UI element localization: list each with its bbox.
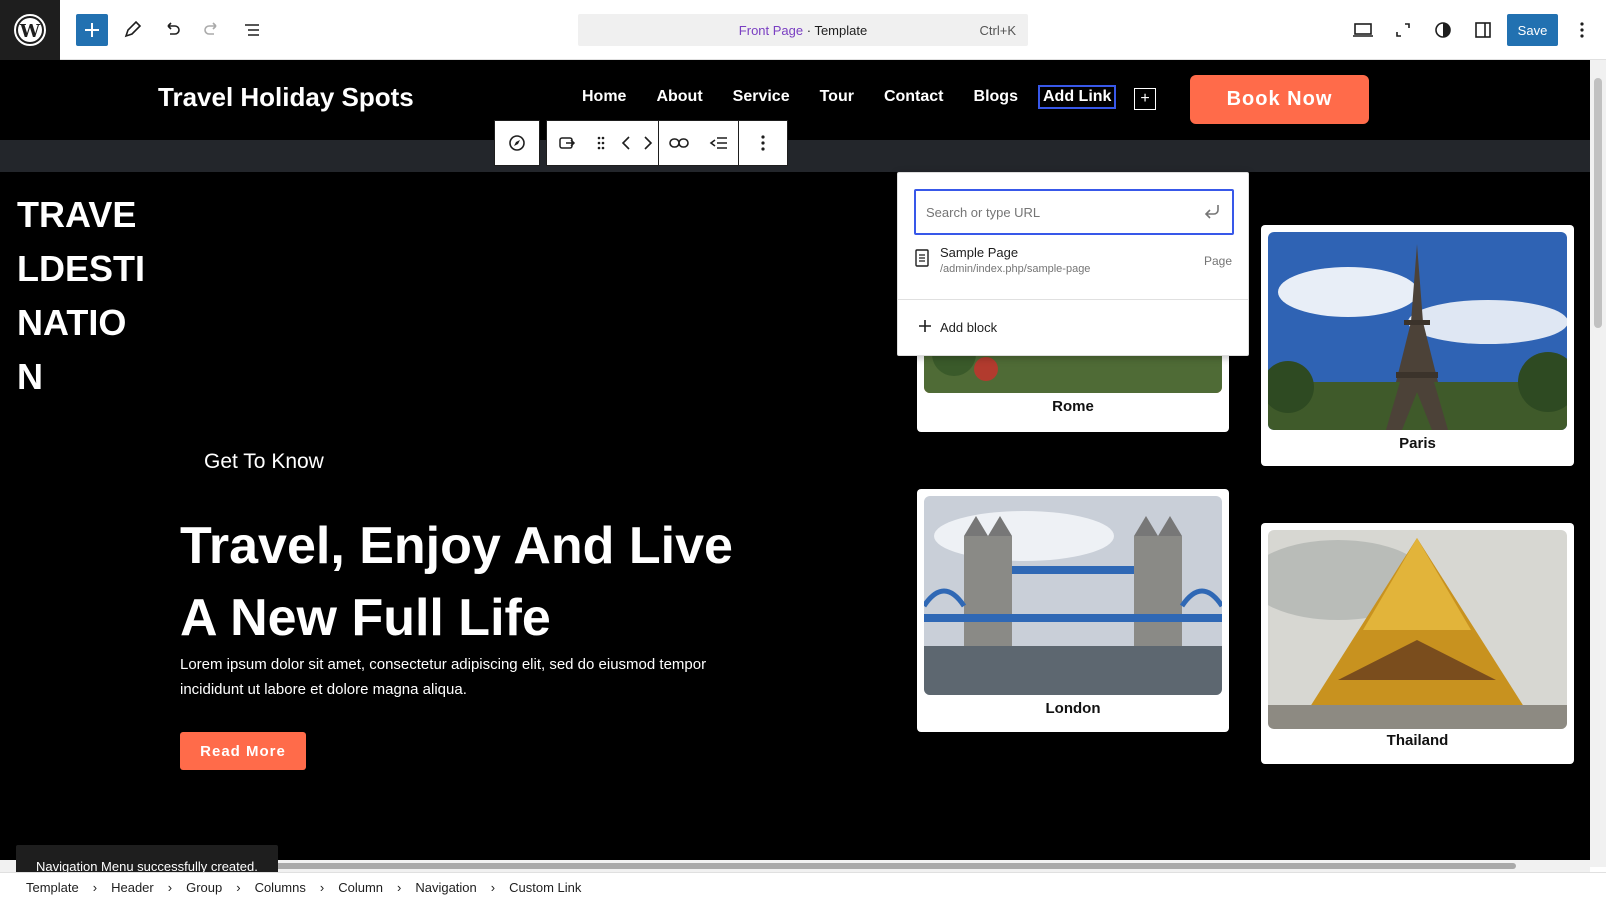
breadcrumb-template[interactable]: Template bbox=[26, 880, 79, 895]
link-icon[interactable] bbox=[659, 120, 699, 166]
nav-item-blogs[interactable]: Blogs bbox=[974, 88, 1018, 106]
command-page-title: Front Page bbox=[738, 22, 804, 38]
suggestion-url: /admin/index.php/sample-page bbox=[940, 263, 1091, 275]
nav-item-about[interactable]: About bbox=[656, 88, 702, 106]
styles-contrast-icon[interactable] bbox=[1427, 14, 1459, 46]
editor-canvas[interactable]: Travel Holiday Spots Home About Service … bbox=[0, 60, 1590, 867]
paris-image bbox=[1268, 232, 1567, 430]
undo-icon[interactable] bbox=[156, 14, 188, 46]
block-parent-group bbox=[494, 120, 540, 166]
nav-item-contact[interactable]: Contact bbox=[884, 88, 944, 106]
chevron-right-icon: › bbox=[397, 880, 402, 895]
chevron-right-icon: › bbox=[236, 880, 241, 895]
read-more-button[interactable]: Read More bbox=[180, 732, 306, 770]
chevron-right-icon: › bbox=[167, 880, 173, 895]
london-image bbox=[924, 496, 1222, 695]
block-inserter-button[interactable] bbox=[76, 14, 108, 46]
chevron-right-icon: › bbox=[490, 880, 496, 895]
hero-body[interactable]: Lorem ipsum dolor sit amet, consectetur … bbox=[180, 652, 760, 702]
card-caption-rome: Rome bbox=[1052, 398, 1094, 415]
add-block-label: Add block bbox=[940, 320, 998, 335]
block-toolbar bbox=[494, 120, 788, 166]
hero-vertical-title[interactable]: TRAVELDESTINATION bbox=[17, 188, 147, 404]
command-center[interactable]: Front Page · Template Ctrl+K bbox=[578, 14, 1028, 46]
suggestion-title: Sample Page bbox=[940, 245, 1019, 260]
submit-enter-icon[interactable] bbox=[1202, 203, 1222, 224]
command-separator: · bbox=[803, 22, 815, 38]
nav-item-home[interactable]: Home bbox=[582, 88, 626, 106]
card-caption-london: London bbox=[1045, 700, 1101, 717]
thailand-image bbox=[1268, 530, 1567, 729]
card-caption-paris: Paris bbox=[1399, 435, 1436, 452]
popover-divider bbox=[898, 299, 1248, 300]
header-strip bbox=[0, 140, 1590, 172]
command-shortcut: Ctrl+K bbox=[979, 22, 1016, 38]
pencil-tools-icon[interactable] bbox=[116, 14, 148, 46]
hero-eyebrow[interactable]: Get To Know bbox=[204, 450, 324, 474]
chevron-right-icon: › bbox=[319, 880, 325, 895]
nav-add-item-button[interactable]: + bbox=[1134, 88, 1156, 110]
options-more-icon[interactable] bbox=[1566, 14, 1598, 46]
desktop-preview-icon[interactable] bbox=[1347, 14, 1379, 46]
hero-headline[interactable]: Travel, Enjoy And Live A New Full Life bbox=[180, 510, 780, 654]
link-suggestion-item[interactable]: Sample Page /admin/index.php/sample-page… bbox=[914, 245, 1234, 285]
editor-topbar: W Front Page · Template Ctrl+K Save bbox=[0, 0, 1606, 60]
nav-item-tour[interactable]: Tour bbox=[820, 88, 854, 106]
settings-sidebar-icon[interactable] bbox=[1467, 14, 1499, 46]
nav-item-add-link[interactable]: Add Link bbox=[1038, 85, 1117, 109]
destination-card-paris[interactable]: Paris bbox=[1261, 225, 1574, 466]
breadcrumb-header[interactable]: Header bbox=[111, 880, 154, 895]
add-submenu-icon[interactable] bbox=[699, 120, 739, 166]
plus-icon bbox=[918, 319, 932, 336]
block-breadcrumb: Template › Header › Group › Columns › Column… bbox=[0, 872, 1606, 902]
book-now-button[interactable]: Book Now bbox=[1190, 75, 1369, 124]
command-type: Template bbox=[814, 22, 868, 38]
breadcrumb-columns[interactable]: Columns bbox=[255, 880, 306, 895]
compass-navigation-icon[interactable] bbox=[495, 120, 539, 166]
vertical-scroll-thumb[interactable] bbox=[1594, 78, 1602, 328]
breadcrumb-navigation[interactable]: Navigation bbox=[415, 880, 476, 895]
drag-handle-icon[interactable] bbox=[587, 120, 615, 166]
url-search-placeholder: Search or type URL bbox=[926, 204, 1041, 220]
fullscreen-icon[interactable] bbox=[1387, 14, 1419, 46]
vertical-scrollbar[interactable] bbox=[1590, 60, 1606, 867]
document-overview-icon[interactable] bbox=[236, 14, 268, 46]
breadcrumb-column[interactable]: Column bbox=[338, 880, 383, 895]
save-button[interactable]: Save bbox=[1507, 14, 1558, 46]
nav-item-service[interactable]: Service bbox=[733, 88, 790, 106]
page-document-icon bbox=[914, 249, 930, 272]
add-block-button[interactable]: Add block bbox=[918, 319, 997, 336]
destination-card-thailand[interactable]: Thailand bbox=[1261, 523, 1574, 764]
svg-text:W: W bbox=[19, 21, 41, 42]
card-caption-thailand: Thailand bbox=[1386, 732, 1449, 749]
custom-link-icon[interactable] bbox=[547, 120, 587, 166]
suggestion-type: Page bbox=[1203, 254, 1232, 268]
block-main-group bbox=[546, 120, 788, 166]
chevron-right-icon: › bbox=[92, 880, 98, 895]
url-search-input[interactable]: Search or type URL bbox=[914, 189, 1234, 235]
redo-icon[interactable] bbox=[196, 14, 228, 46]
move-right-icon[interactable] bbox=[637, 120, 659, 166]
breadcrumb-group[interactable]: Group bbox=[186, 880, 222, 895]
navigation-menu: Home About Service Tour Contact Blogs bbox=[582, 88, 1048, 106]
wordpress-logo-icon[interactable]: W bbox=[0, 0, 60, 60]
block-options-icon[interactable] bbox=[739, 120, 787, 166]
breadcrumb-custom-link[interactable]: Custom Link bbox=[509, 880, 581, 895]
link-control-popover: Search or type URL Sample Page /admin/in… bbox=[897, 172, 1249, 356]
destination-card-london[interactable]: London bbox=[917, 489, 1229, 732]
site-title[interactable]: Travel Holiday Spots bbox=[158, 82, 414, 113]
move-left-icon[interactable] bbox=[615, 120, 637, 166]
